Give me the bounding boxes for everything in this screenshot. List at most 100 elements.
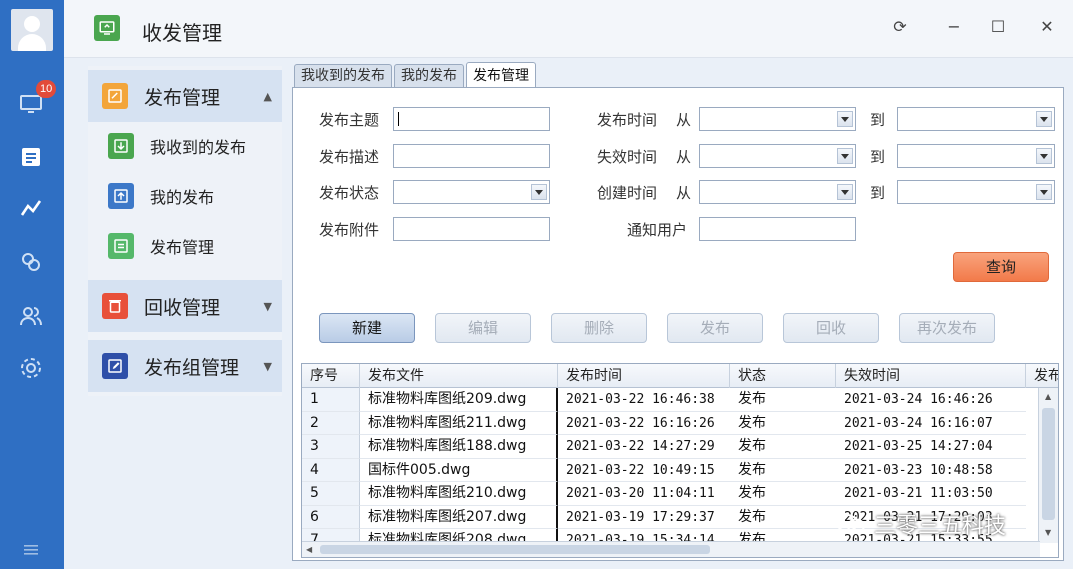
close-icon[interactable]: ✕ <box>1035 14 1059 38</box>
column-header[interactable]: 状态 <box>730 364 836 388</box>
minimize-icon[interactable]: − <box>942 14 966 38</box>
table-cell-file: 标准物料库图纸188.dwg <box>360 435 558 459</box>
refresh-icon[interactable]: ⟳ <box>888 14 912 38</box>
watermark: 三零三五科技 <box>836 508 1006 540</box>
column-header[interactable]: 发布文件 <box>360 364 558 388</box>
table-cell-idx: 6 <box>302 505 360 529</box>
recycle-icon <box>102 293 128 319</box>
sidebar-item-label: 发布管理 <box>150 238 215 257</box>
attachment-input[interactable] <box>393 217 550 241</box>
column-header[interactable]: 发布时间 <box>558 364 730 388</box>
table-cell-file: 标准物料库图纸207.dwg <box>360 505 558 529</box>
sidebar-item-my-publish[interactable]: 我的发布 <box>88 174 282 218</box>
dropdown-arrow-icon[interactable] <box>531 184 547 200</box>
sidebar-group-publish[interactable]: 发布管理 ▲ <box>88 70 282 122</box>
dropdown-arrow-icon[interactable] <box>837 148 853 164</box>
attachment-label: 发布附件 <box>319 221 380 239</box>
content-area: 我收到的发布 我的发布 发布管理 发布主题 发布描述 发布状态 发布附件 发布时… <box>290 60 1068 565</box>
tab-publish-manage[interactable]: 发布管理 <box>466 62 536 88</box>
vertical-scrollbar[interactable]: ▲ ▼ <box>1038 388 1058 543</box>
query-button[interactable]: 查询 <box>953 252 1049 282</box>
table-cell-publish-time: 2021-03-22 16:16:26 <box>558 412 730 435</box>
wechat-icon <box>836 514 865 534</box>
chevron-up-icon[interactable]: ▲ <box>264 90 272 103</box>
to-label: 到 <box>870 184 886 202</box>
tab-my-publish[interactable]: 我的发布 <box>394 64 464 88</box>
table-cell-status: 发布 <box>730 412 836 435</box>
new-button[interactable]: 新建 <box>319 313 415 343</box>
chevron-down-icon[interactable]: ▼ <box>264 360 272 373</box>
maximize-icon[interactable]: ☐ <box>986 14 1010 38</box>
column-header[interactable]: 序号 <box>302 364 360 388</box>
notify-user-input[interactable] <box>699 217 856 241</box>
scroll-left-icon[interactable]: ◀ <box>306 545 312 554</box>
document-list-icon[interactable] <box>17 143 45 171</box>
from-label: 从 <box>676 184 692 202</box>
sidebar-item-publish-manage[interactable]: 发布管理 <box>88 224 282 268</box>
table-row[interactable]: 2 标准物料库图纸211.dwg 2021-03-22 16:16:26 发布 2021… <box>302 411 1026 435</box>
from-label: 从 <box>676 111 692 129</box>
main-window: 收发管理 ⟳ − ☐ ✕ 发布管理 ▲ 我收到的发布 我的发布 发布管理 回收管… <box>64 0 1073 569</box>
publish-button[interactable]: 发布 <box>667 313 763 343</box>
description-input[interactable] <box>393 144 550 168</box>
dropdown-arrow-icon[interactable] <box>1036 148 1052 164</box>
republish-button[interactable]: 再次发布 <box>899 313 995 343</box>
subject-label: 发布主题 <box>319 111 380 129</box>
settings-gear-icon[interactable] <box>17 354 45 382</box>
table-row[interactable]: 4 国标件005.dwg 2021-03-22 10:49:15 发布 2021-03-… <box>302 458 1026 482</box>
sidebar-group-publish-group[interactable]: 发布组管理 ▼ <box>88 340 282 392</box>
column-header[interactable]: 失效时间 <box>836 364 1026 388</box>
subject-input[interactable] <box>393 107 550 131</box>
create-time-to[interactable] <box>897 180 1055 204</box>
notify-user-label: 通知用户 <box>627 221 688 239</box>
table-cell-expire-time: 2021-03-24 16:46:26 <box>836 388 1026 412</box>
create-time-from[interactable] <box>699 180 856 204</box>
sidebar-group-recycle[interactable]: 回收管理 ▼ <box>88 280 282 332</box>
sidebar-item-received[interactable]: 我收到的发布 <box>88 124 282 168</box>
window-title: 收发管理 <box>142 21 222 45</box>
scroll-down-icon[interactable]: ▼ <box>1045 528 1051 537</box>
publish-time-from[interactable] <box>699 107 856 131</box>
publish-group-icon <box>102 83 128 109</box>
table-cell-status: 发布 <box>730 506 836 529</box>
expire-time-from[interactable] <box>699 144 856 168</box>
table-cell-publish-time: 2021-03-20 11:04:11 <box>558 482 730 506</box>
link-icon[interactable] <box>17 248 45 276</box>
tab-bar: 我收到的发布 我的发布 发布管理 <box>294 62 538 88</box>
table-cell-idx: 2 <box>302 411 360 435</box>
table-cell-expire-time: 2021-03-23 10:48:58 <box>836 459 1026 482</box>
table-cell-status: 发布 <box>730 435 836 459</box>
recall-button[interactable]: 回收 <box>783 313 879 343</box>
trend-chart-icon[interactable] <box>17 194 45 222</box>
table-row[interactable]: 5 标准物料库图纸210.dwg 2021-03-20 11:04:11 发布 2021… <box>302 482 1026 506</box>
table-cell-file: 标准物料库图纸211.dwg <box>360 411 558 435</box>
table-row[interactable]: 3 标准物料库图纸188.dwg 2021-03-22 14:27:29 发布 2021… <box>302 435 1026 459</box>
edit-button[interactable]: 编辑 <box>435 313 531 343</box>
avatar[interactable] <box>11 9 53 51</box>
status-select[interactable] <box>393 180 550 204</box>
chevron-down-icon[interactable]: ▼ <box>264 300 272 313</box>
dropdown-arrow-icon[interactable] <box>1036 184 1052 200</box>
scroll-up-icon[interactable]: ▲ <box>1045 392 1051 401</box>
dropdown-arrow-icon[interactable] <box>837 184 853 200</box>
table-cell-idx: 4 <box>302 458 360 482</box>
delete-button[interactable]: 删除 <box>551 313 647 343</box>
sidebar-item-label: 我收到的发布 <box>150 138 247 157</box>
title-bar: 收发管理 ⟳ − ☐ ✕ <box>64 0 1073 58</box>
publish-time-to[interactable] <box>897 107 1055 131</box>
table-row[interactable]: 1 标准物料库图纸209.dwg 2021-03-22 16:46:38 发布 2021… <box>302 388 1026 412</box>
to-label: 到 <box>870 148 886 166</box>
scroll-thumb[interactable] <box>320 545 710 554</box>
column-header[interactable]: 发布 <box>1026 364 1058 388</box>
dropdown-arrow-icon[interactable] <box>1036 111 1052 127</box>
sidebar-group-label: 发布管理 <box>144 86 221 109</box>
table-cell-file: 国标件005.dwg <box>360 458 558 482</box>
table-header: 序号 发布文件 发布时间 状态 失效时间 发布 <box>302 364 1058 388</box>
expire-time-to[interactable] <box>897 144 1055 168</box>
tab-received[interactable]: 我收到的发布 <box>294 64 392 88</box>
menu-icon[interactable] <box>17 536 45 564</box>
scroll-thumb[interactable] <box>1042 408 1055 520</box>
horizontal-scrollbar[interactable]: ◀ <box>302 541 1040 557</box>
users-icon[interactable] <box>17 302 45 330</box>
dropdown-arrow-icon[interactable] <box>837 111 853 127</box>
